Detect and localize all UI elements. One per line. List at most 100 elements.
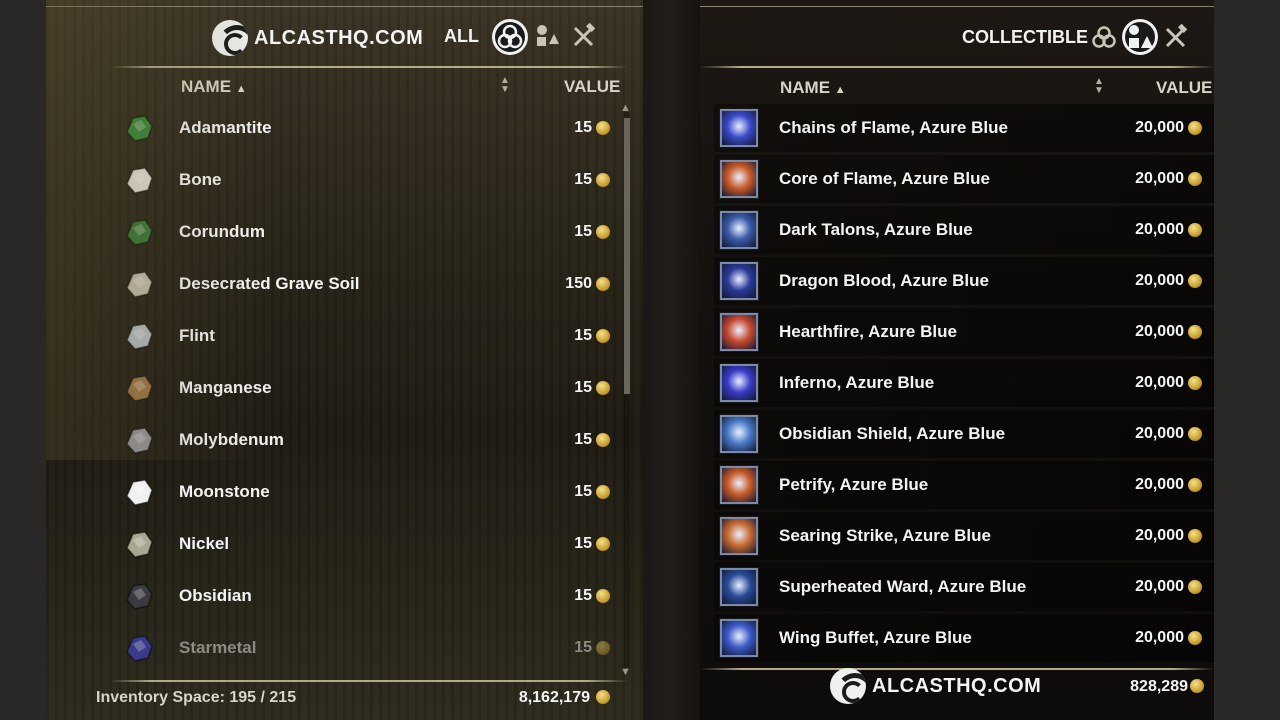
all-filter-icon[interactable] [1090,23,1118,51]
starmetal-icon [120,629,158,667]
gold-coin-icon [1188,580,1202,594]
inventory-row[interactable]: Bone 15 [46,158,616,202]
item-value: 15 [574,327,592,344]
gold-coin-icon [1190,679,1204,693]
alcasthq-logo: ALCASTHQ.COM [212,20,423,56]
item-value: 15 [574,535,592,552]
scroll-down-icon[interactable]: ▼ [620,666,631,678]
gold-coin-icon [1188,478,1202,492]
item-name: Superheated Ward, Azure Blue [779,577,1027,596]
inventory-row[interactable]: Flint 15 [46,314,616,358]
sort-toggle-icon[interactable]: ▲ ▼ [1094,77,1104,96]
value-column-header[interactable]: VALUE [564,77,620,97]
inferno-icon [720,364,758,402]
sort-toggle-icon[interactable]: ▲ ▼ [500,76,510,95]
item-name: Dark Talons, Azure Blue [779,220,973,239]
grave-soil-icon [120,265,158,303]
searing-strike-icon [720,517,758,555]
logo-text: ALCASTHQ.COM [872,674,1042,697]
gold-coin-icon [596,329,610,343]
gold-coin-icon [1188,529,1202,543]
flint-icon [120,317,158,355]
gold-coin-icon [596,381,610,395]
collectible-row[interactable]: Dragon Blood, Azure Blue 20,000 [714,257,1214,305]
inventory-row[interactable]: Obsidian 15 [46,574,616,618]
collectible-row[interactable]: Obsidian Shield, Azure Blue 20,000 [714,410,1214,458]
item-value: 15 [574,119,592,136]
item-name: Wing Buffet, Azure Blue [779,628,972,647]
inventory-panel: ALCASTHQ.COM ALL NAME ▲ ▲ ▼ VALUE Adamant… [46,0,643,720]
scroll-up-icon[interactable]: ▲ [620,102,631,114]
item-value: 15 [574,171,592,188]
item-name: Petrify, Azure Blue [779,475,929,494]
inventory-row[interactable]: Desecrated Grave Soil 150 [46,262,616,306]
value-column-header[interactable]: VALUE [1156,78,1212,98]
item-name: Hearthfire, Azure Blue [779,322,957,341]
furnishing-filter-icon[interactable] [1120,17,1160,57]
collectible-row[interactable]: Superheated Ward, Azure Blue 20,000 [714,563,1214,611]
inventory-row[interactable]: Manganese 15 [46,366,616,410]
collectible-row[interactable]: Hearthfire, Azure Blue 20,000 [714,308,1214,356]
background-left [0,0,46,720]
item-value: 20,000 [1135,578,1184,595]
inventory-row[interactable]: Adamantite 15 [46,106,616,150]
wing-buffet-icon [720,619,758,657]
item-value: 15 [574,483,592,500]
item-value: 20,000 [1135,272,1184,289]
inventory-row[interactable]: Nickel 15 [46,522,616,566]
inventory-row[interactable]: Corundum 15 [46,210,616,254]
scrollbar-thumb[interactable] [624,118,630,394]
gold-coin-icon [596,173,610,187]
gold-coin-icon [1188,172,1202,186]
item-name: Searing Strike, Azure Blue [779,526,991,545]
item-value: 15 [574,639,592,656]
crafting-filter-icon[interactable] [1162,23,1190,51]
inventory-row[interactable]: Moonstone 15 [46,470,616,514]
gold-coin-icon [1188,325,1202,339]
logo-text: ALCASTHQ.COM [254,26,424,49]
item-name: Flint [179,326,215,345]
item-name: Nickel [179,534,230,553]
item-value: 15 [574,379,592,396]
footer-divider [110,680,628,682]
collectible-row[interactable]: Inferno, Azure Blue 20,000 [714,359,1214,407]
collectible-row[interactable]: Petrify, Azure Blue 20,000 [714,461,1214,509]
name-column-header[interactable]: NAME ▲ [780,78,846,98]
alcasthq-logo: ALCASTHQ.COM [830,668,1041,704]
collectible-row[interactable]: Core of Flame, Azure Blue 20,000 [714,155,1214,203]
gold-coin-icon [1188,223,1202,237]
item-name: Corundum [179,222,265,241]
item-name: Moonstone [179,482,270,501]
furnishing-filter-icon[interactable] [534,22,562,50]
molybdenum-icon [120,421,158,459]
bone-icon [120,161,158,199]
gold-coin-icon [1188,376,1202,390]
gold-coin-icon [596,690,610,704]
collectible-row[interactable]: Chains of Flame, Azure Blue 20,000 [714,104,1214,152]
petrify-icon [720,466,758,504]
gold-coin-icon [596,277,610,291]
item-name: Desecrated Grave Soil [179,274,360,293]
obsidian-shield-icon [720,415,758,453]
gold-coin-icon [1188,427,1202,441]
inventory-row[interactable]: Molybdenum 15 [46,418,616,462]
corundum-icon [120,213,158,251]
item-value: 150 [565,275,592,292]
alcasthq-logo-icon [830,668,866,704]
item-value: 15 [574,223,592,240]
inventory-row[interactable]: Starmetal 15 [46,626,616,670]
name-column-header[interactable]: NAME ▲ [181,77,247,97]
collectible-row[interactable]: Dark Talons, Azure Blue 20,000 [714,206,1214,254]
collectible-row[interactable]: Searing Strike, Azure Blue 20,000 [714,512,1214,560]
top-border [46,6,643,7]
crafting-filter-icon[interactable] [570,22,598,50]
item-value: 20,000 [1135,425,1184,442]
gold-total: 828,289 [1130,678,1188,695]
all-filter-icon[interactable] [490,17,530,57]
gold-coin-icon [596,121,610,135]
gold-total: 8,162,179 [518,689,590,706]
top-border [700,6,1214,7]
item-value: 20,000 [1135,527,1184,544]
item-name: Bone [179,170,222,189]
collectible-row[interactable]: Wing Buffet, Azure Blue 20,000 [714,614,1214,662]
